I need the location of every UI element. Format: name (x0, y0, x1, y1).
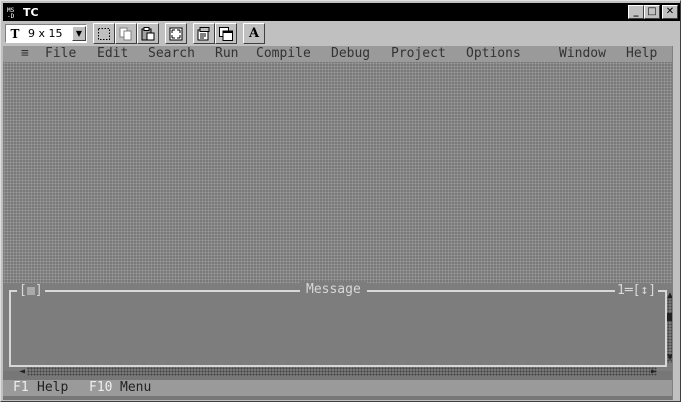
font-icon: A (248, 26, 260, 41)
terminal-window: MS -D TC _ □ ✕ T 9 x 15 ▼ A ≡ File Edit … (0, 0, 681, 402)
maximize-button[interactable]: □ (644, 5, 660, 19)
minimize-icon: _ (633, 6, 639, 17)
close-icon: ✕ (665, 6, 675, 17)
truetype-font-icon: T (10, 26, 20, 41)
message-window[interactable]: [] Message 1═[↕] ▲ ▼ ◄ ► (3, 282, 672, 377)
full-screen-button[interactable] (165, 23, 187, 44)
copy-icon (119, 27, 132, 40)
menu-edit[interactable]: Edit (97, 46, 128, 62)
maximize-icon: □ (647, 6, 657, 17)
full-screen-icon (169, 27, 183, 40)
f10-menu-label[interactable]: Menu (120, 380, 151, 396)
ide-status-bar: F1 Help F10 Menu (3, 380, 672, 396)
message-window-number[interactable]: 1═[↕] (615, 283, 659, 299)
svg-text:-D: -D (7, 13, 15, 19)
font-size-value: 9 x 15 (28, 27, 63, 40)
chevron-down-icon[interactable]: ▼ (72, 26, 86, 41)
ide-menu-bar: ≡ File Edit Search Run Compile Debug Pro… (3, 46, 672, 62)
font-size-select[interactable]: T 9 x 15 ▼ (5, 24, 87, 43)
scroll-right-arrow-icon[interactable]: ► (651, 367, 657, 377)
close-icon (26, 286, 35, 295)
menu-help[interactable]: Help (626, 46, 657, 62)
paste-button[interactable] (137, 23, 159, 44)
f10-key[interactable]: F10 (89, 380, 112, 396)
menu-run[interactable]: Run (215, 46, 238, 62)
properties-icon (197, 26, 210, 40)
window-right-edge (672, 46, 680, 400)
menu-window[interactable]: Window (559, 46, 606, 62)
properties-button[interactable] (193, 23, 215, 44)
f1-help-label[interactable]: Help (37, 380, 68, 396)
paste-icon (141, 26, 155, 40)
window-title: TC (23, 5, 39, 19)
scroll-left-arrow-icon[interactable]: ◄ (19, 367, 25, 377)
minimize-button[interactable]: _ (628, 5, 644, 19)
copy-button[interactable] (115, 23, 137, 44)
background-button[interactable] (215, 23, 237, 44)
title-bar[interactable]: MS -D TC _ □ ✕ (3, 3, 680, 21)
menu-search[interactable]: Search (148, 46, 195, 62)
system-menu-icon[interactable]: ≡ (21, 46, 29, 62)
mark-icon (98, 27, 110, 40)
dos-screen[interactable]: ≡ File Edit Search Run Compile Debug Pro… (3, 46, 672, 400)
message-close-button[interactable]: [] (17, 283, 45, 299)
menu-options[interactable]: Options (466, 46, 521, 62)
menu-project[interactable]: Project (391, 46, 446, 62)
background-icon (219, 26, 233, 41)
toolbar: T 9 x 15 ▼ A (3, 22, 680, 45)
font-button[interactable]: A (243, 23, 265, 44)
message-horizontal-scrollbar[interactable] (27, 367, 657, 376)
close-button[interactable]: ✕ (662, 5, 678, 19)
f1-key[interactable]: F1 (13, 380, 29, 396)
menu-debug[interactable]: Debug (331, 46, 370, 62)
menu-file[interactable]: File (45, 46, 76, 62)
mark-button[interactable] (93, 23, 115, 44)
ms-dos-icon: MS -D (5, 5, 19, 19)
message-window-title: Message (300, 282, 367, 298)
menu-compile[interactable]: Compile (256, 46, 311, 62)
